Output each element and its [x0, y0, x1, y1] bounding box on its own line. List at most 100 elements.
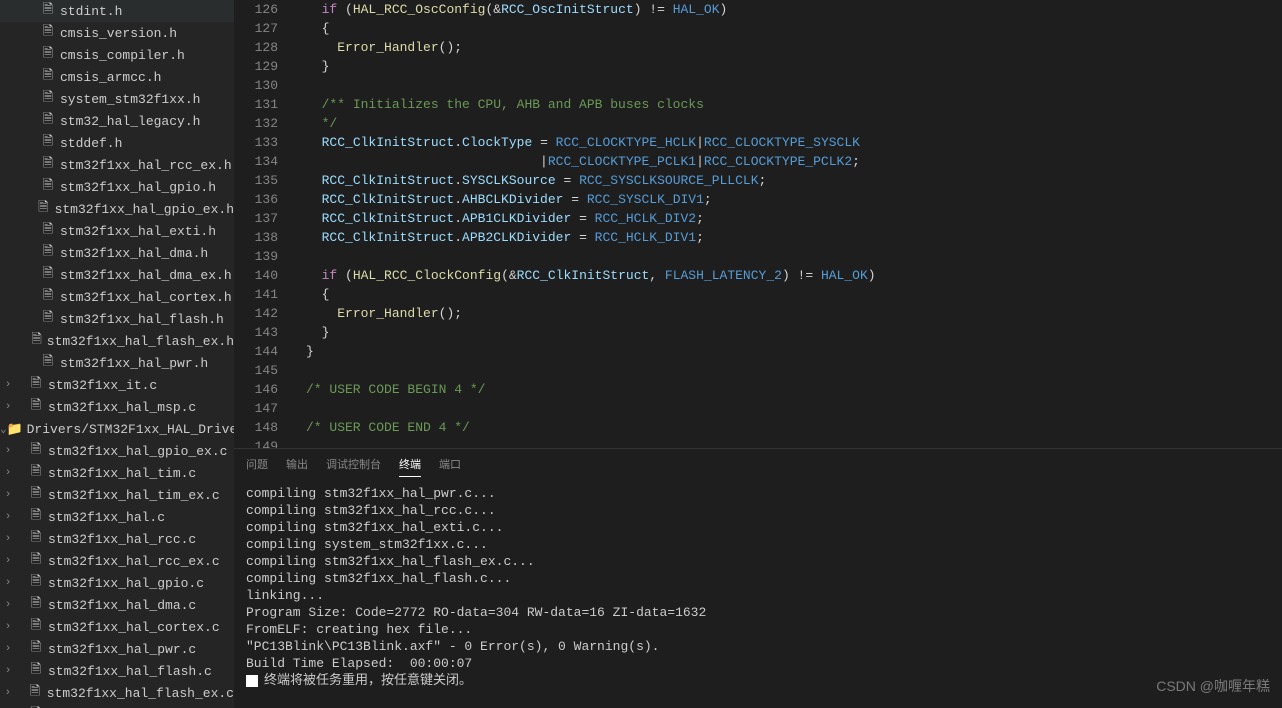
code-line[interactable]: */: [294, 114, 1282, 133]
code-content[interactable]: if (HAL_RCC_OscConfig(&RCC_OscInitStruct…: [294, 0, 1282, 448]
code-line[interactable]: RCC_ClkInitStruct.AHBCLKDivider = RCC_SY…: [294, 190, 1282, 209]
code-line[interactable]: [294, 76, 1282, 95]
file-label: stm32f1xx_hal_flash.h: [60, 312, 224, 327]
file-item[interactable]: 🗎cmsis_compiler.h: [0, 44, 234, 66]
file-icon: 🗎: [28, 550, 44, 572]
code-line[interactable]: /* USER CODE END 4 */: [294, 418, 1282, 437]
line-number: 133: [234, 133, 278, 152]
file-icon: 🗎: [28, 528, 44, 550]
code-line[interactable]: }: [294, 57, 1282, 76]
file-item[interactable]: ›🗎stm32f1xx_hal_rcc_ex.c: [0, 550, 234, 572]
file-item[interactable]: 🗎cmsis_version.h: [0, 22, 234, 44]
code-line[interactable]: }: [294, 342, 1282, 361]
line-number: 129: [234, 57, 278, 76]
main-area: 1261271281291301311321331341351361371381…: [234, 0, 1282, 708]
code-line[interactable]: RCC_ClkInitStruct.ClockType = RCC_CLOCKT…: [294, 133, 1282, 152]
line-number: 139: [234, 247, 278, 266]
file-item[interactable]: ›🗎stm32f1xx_hal_flash.c: [0, 660, 234, 682]
file-item[interactable]: 🗎stm32f1xx_hal_dma_ex.h: [0, 264, 234, 286]
file-item[interactable]: 🗎stddef.h: [0, 132, 234, 154]
code-line[interactable]: [294, 399, 1282, 418]
code-editor[interactable]: 1261271281291301311321331341351361371381…: [234, 0, 1282, 448]
file-icon: 🗎: [40, 0, 56, 22]
file-icon: 🗎: [40, 286, 56, 308]
code-line[interactable]: }: [294, 323, 1282, 342]
file-item[interactable]: ›🗎stm32f1xx_hal_cortex.c: [0, 616, 234, 638]
file-item[interactable]: 🗎stm32f1xx_hal_dma.h: [0, 242, 234, 264]
line-number: 140: [234, 266, 278, 285]
file-item[interactable]: ›🗎stm32f1xx_it.c: [0, 374, 234, 396]
code-line[interactable]: /** Initializes the CPU, AHB and APB bus…: [294, 95, 1282, 114]
file-item[interactable]: ›🗎stm32f1xx_hal_gpio.c: [0, 572, 234, 594]
terminal-line: compiling stm32f1xx_hal_flash_ex.c...: [246, 553, 1270, 570]
file-item[interactable]: ›🗎stm32f1xx_hal_rcc.c: [0, 528, 234, 550]
terminal-line: Build Time Elapsed: 00:00:07: [246, 655, 1270, 672]
line-number: 128: [234, 38, 278, 57]
panel-tabs: 问题 输出 调试控制台 终端 端口: [234, 449, 1282, 479]
file-item[interactable]: 🗎stm32f1xx_hal_flash_ex.h: [0, 330, 234, 352]
file-item[interactable]: 🗎 stdint.h: [0, 0, 234, 22]
file-item[interactable]: ›🗎stm32f1xx_hal_dma.c: [0, 594, 234, 616]
line-number: 126: [234, 0, 278, 19]
file-item[interactable]: 🗎stm32f1xx_hal_cortex.h: [0, 286, 234, 308]
file-label: stm32f1xx_hal.c: [48, 510, 165, 525]
file-item[interactable]: ›🗎stm32f1xx_hal_msp.c: [0, 396, 234, 418]
file-item[interactable]: ›🗎stm32f1xx_hal_gpio_ex.c: [0, 440, 234, 462]
terminal-line: FromELF: creating hex file...: [246, 621, 1270, 638]
code-line[interactable]: |RCC_CLOCKTYPE_PCLK1|RCC_CLOCKTYPE_PCLK2…: [294, 152, 1282, 171]
file-item[interactable]: ›🗎stm32f1xx_hal_tim.c: [0, 462, 234, 484]
code-line[interactable]: RCC_ClkInitStruct.APB2CLKDivider = RCC_H…: [294, 228, 1282, 247]
file-label: stm32f1xx_hal_dma.h: [60, 246, 208, 261]
file-item[interactable]: 🗎stm32f1xx_hal_gpio.h: [0, 176, 234, 198]
file-item[interactable]: 🗎stm32f1xx_hal_rcc_ex.h: [0, 154, 234, 176]
file-item[interactable]: 🗎stm32f1xx_hal_pwr.h: [0, 352, 234, 374]
code-line[interactable]: [294, 361, 1282, 380]
folder-item[interactable]: ⌄📁Drivers/STM32F1xx_HAL_Driver: [0, 418, 234, 440]
code-line[interactable]: {: [294, 285, 1282, 304]
bottom-panel: 问题 输出 调试控制台 终端 端口 compiling stm32f1xx_ha…: [234, 448, 1282, 708]
line-number: 130: [234, 76, 278, 95]
file-item[interactable]: 🗎stm32_hal_legacy.h: [0, 110, 234, 132]
code-line[interactable]: RCC_ClkInitStruct.SYSCLKSource = RCC_SYS…: [294, 171, 1282, 190]
code-line[interactable]: {: [294, 19, 1282, 38]
code-line[interactable]: if (HAL_RCC_ClockConfig(&RCC_ClkInitStru…: [294, 266, 1282, 285]
file-item[interactable]: 🗎cmsis_armcc.h: [0, 66, 234, 88]
line-number: 145: [234, 361, 278, 380]
file-item[interactable]: 🗎stm32f1xx_hal_flash.h: [0, 308, 234, 330]
chevron-icon: ›: [0, 665, 16, 677]
file-icon: 🗎: [40, 176, 56, 198]
file-item[interactable]: ›🗎stm32f1xx_hal_pwr.c: [0, 638, 234, 660]
line-number: 148: [234, 418, 278, 437]
file-label: stdint.h: [60, 4, 122, 19]
tab-ports[interactable]: 端口: [439, 452, 461, 476]
code-line[interactable]: RCC_ClkInitStruct.APB1CLKDivider = RCC_H…: [294, 209, 1282, 228]
code-line[interactable]: [294, 437, 1282, 448]
file-explorer-sidebar[interactable]: 🗎 stdint.h 🗎cmsis_version.h🗎cmsis_compiler…: [0, 0, 234, 708]
file-item[interactable]: ›🗎stm32f1xx_hal_flash_ex.c: [0, 682, 234, 704]
file-item[interactable]: 🗎system_stm32f1xx.h: [0, 88, 234, 110]
code-line[interactable]: Error_Handler();: [294, 38, 1282, 57]
file-item[interactable]: 🗎stm32f1xx_hal_exti.h: [0, 220, 234, 242]
line-number: 149: [234, 437, 278, 448]
tab-output[interactable]: 输出: [286, 452, 308, 476]
file-icon: 🗎: [28, 660, 44, 682]
code-line[interactable]: /* USER CODE BEGIN 4 */: [294, 380, 1282, 399]
tab-terminal[interactable]: 终端: [399, 452, 421, 477]
terminal-line: compiling stm32f1xx_hal_exti.c...: [246, 519, 1270, 536]
file-icon: 🗎: [28, 374, 44, 396]
file-icon: 🗎: [40, 110, 56, 132]
tab-debug-console[interactable]: 调试控制台: [326, 452, 381, 476]
file-item[interactable]: 🗎stm32f1xx_hal_gpio_ex.h: [0, 198, 234, 220]
file-item[interactable]: ›🗎stm32f1xx_hal_exti.c: [0, 704, 234, 708]
tab-problems[interactable]: 问题: [246, 452, 268, 476]
file-icon: 🗎: [28, 616, 44, 638]
code-line[interactable]: if (HAL_RCC_OscConfig(&RCC_OscInitStruct…: [294, 0, 1282, 19]
code-line[interactable]: [294, 247, 1282, 266]
file-label: stm32f1xx_hal_pwr.c: [48, 642, 196, 657]
file-item[interactable]: ›🗎stm32f1xx_hal_tim_ex.c: [0, 484, 234, 506]
file-item[interactable]: ›🗎stm32f1xx_hal.c: [0, 506, 234, 528]
terminal-line: compiling stm32f1xx_hal_rcc.c...: [246, 502, 1270, 519]
line-number: 132: [234, 114, 278, 133]
terminal-output[interactable]: compiling stm32f1xx_hal_pwr.c...compilin…: [234, 479, 1282, 708]
code-line[interactable]: Error_Handler();: [294, 304, 1282, 323]
